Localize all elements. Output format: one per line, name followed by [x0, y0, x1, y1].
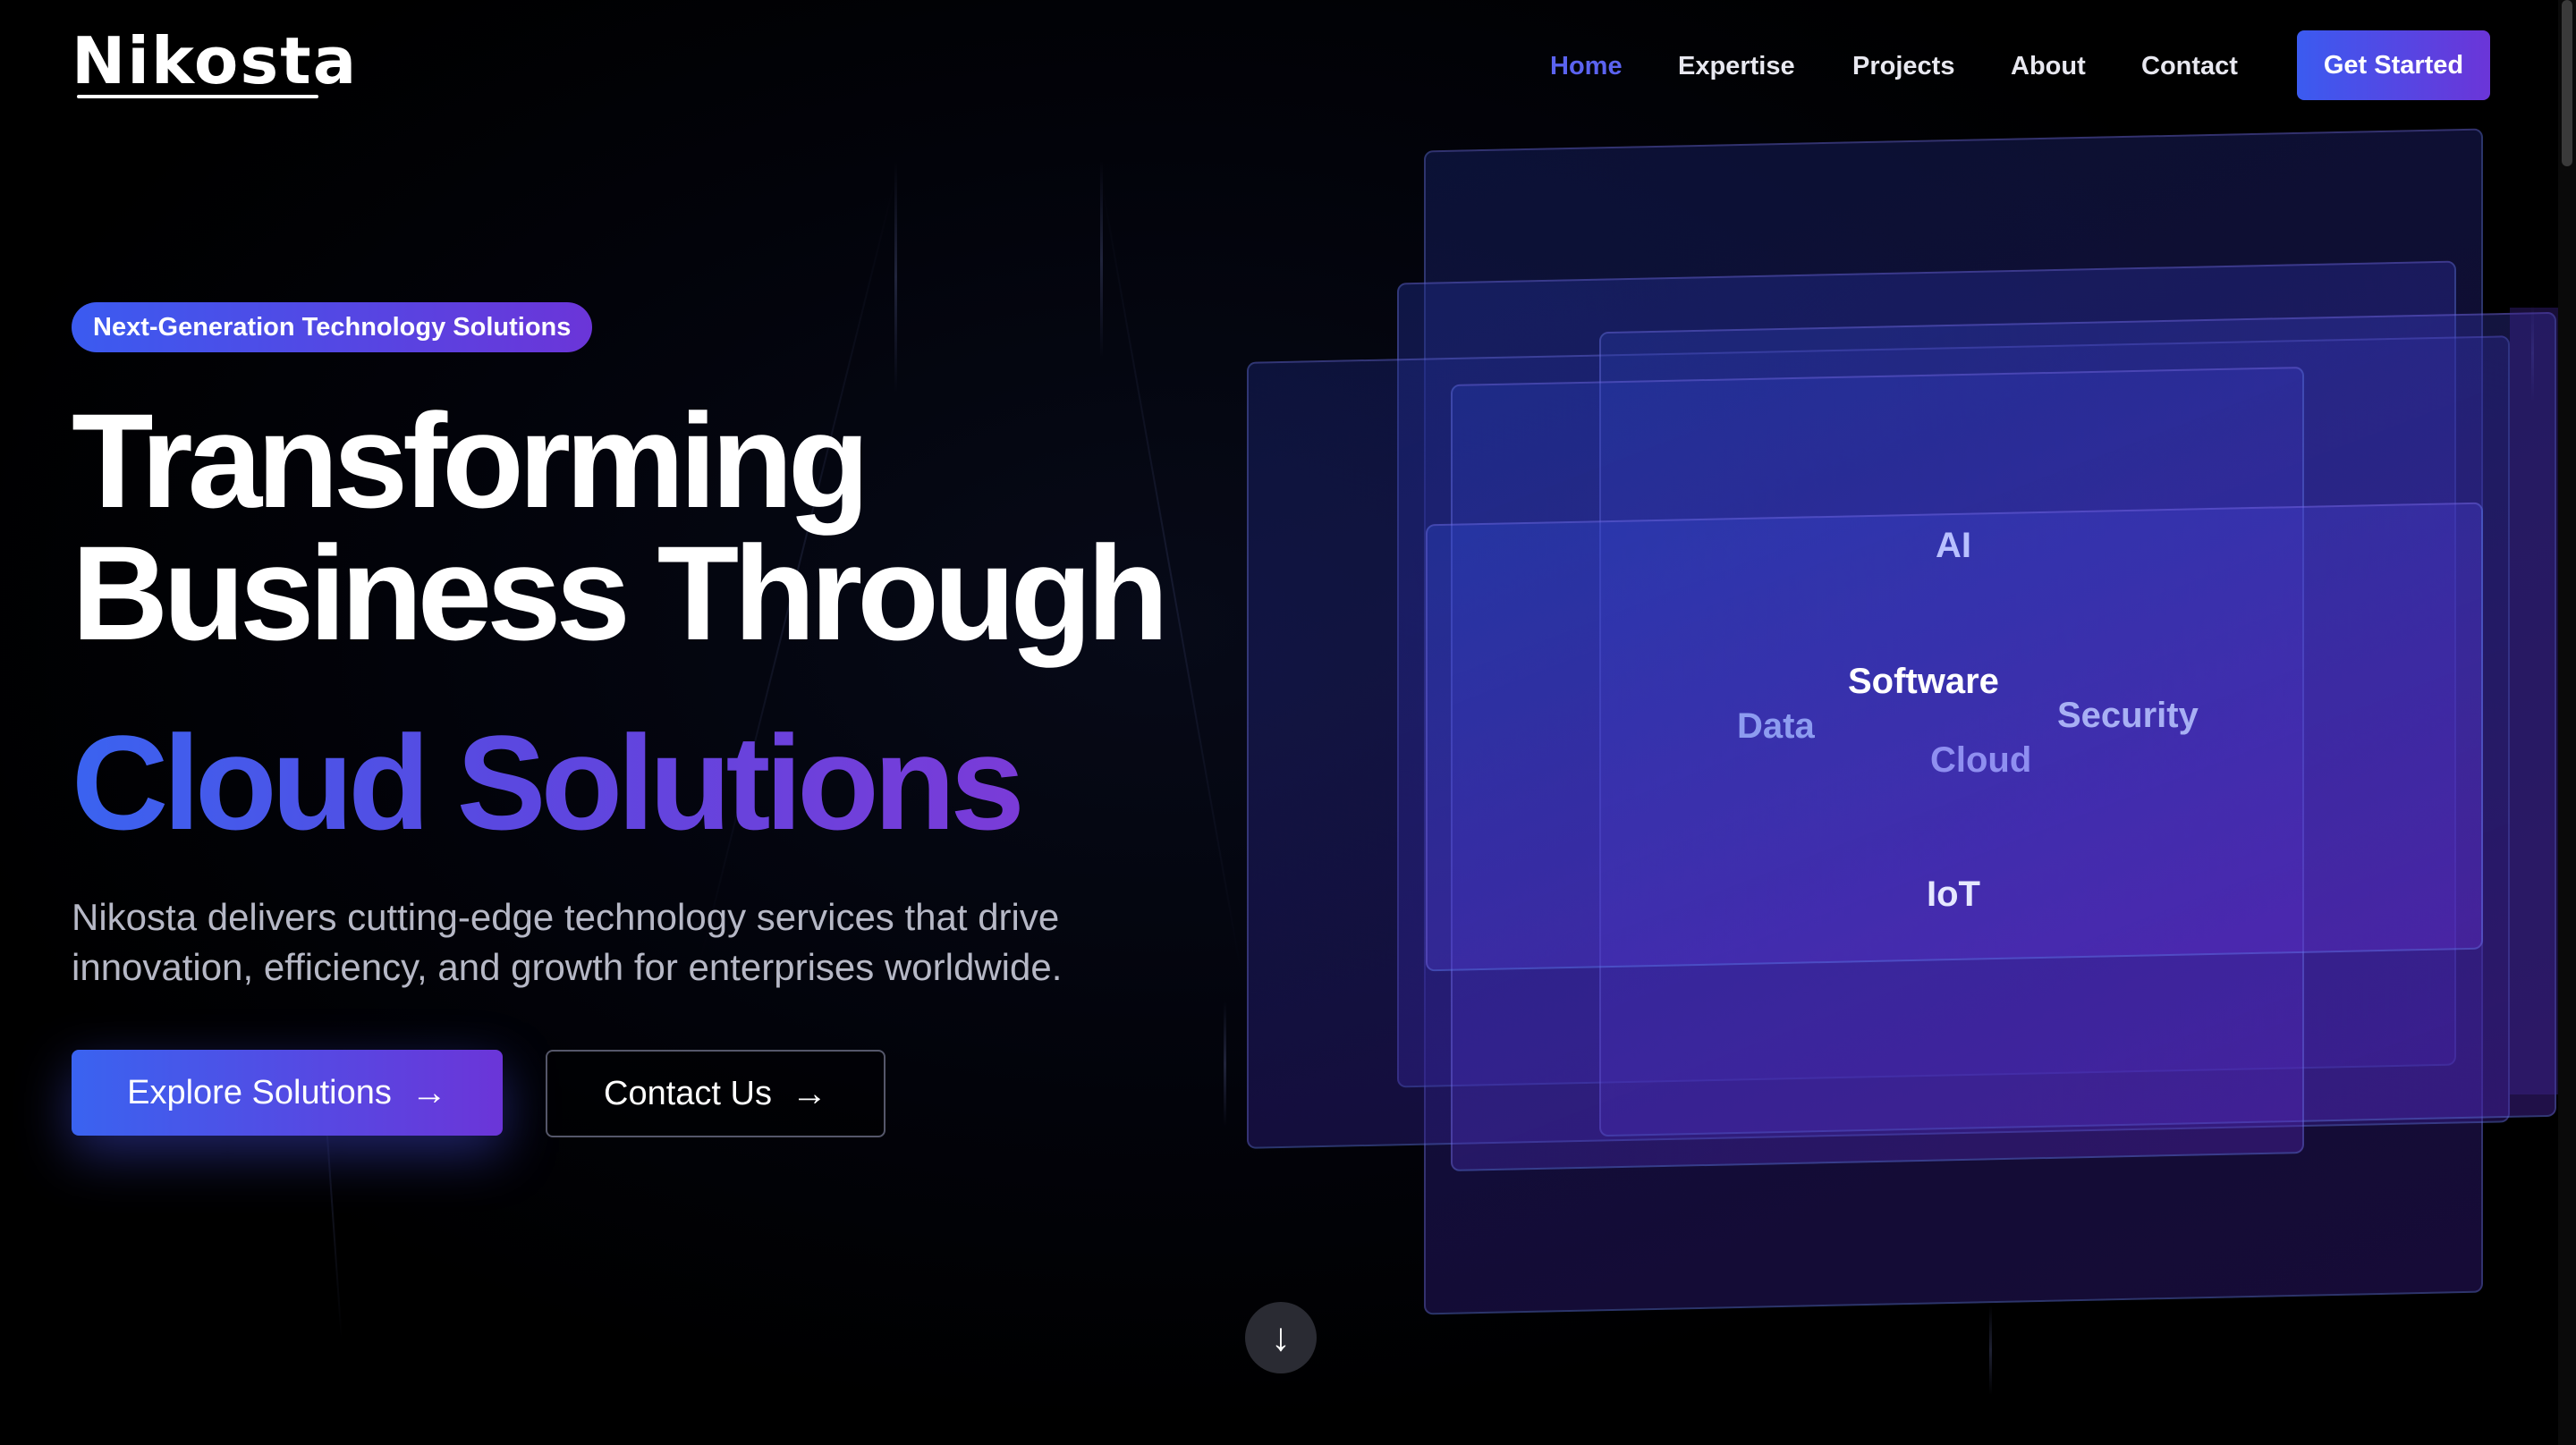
panel-right-edge — [2510, 308, 2558, 1094]
hero-badge: Next-Generation Technology Solutions — [72, 302, 593, 352]
nav-expertise[interactable]: Expertise — [1678, 50, 1795, 82]
get-started-button[interactable]: Get Started — [2297, 30, 2490, 100]
contact-us-label: Contact Us — [604, 1074, 772, 1112]
page-scrollbar[interactable] — [2558, 0, 2576, 1445]
tag-cloud: Cloud — [1930, 740, 2032, 780]
hero-title-highlight: Cloud Solutions — [72, 707, 1025, 858]
nav-home[interactable]: Home — [1550, 50, 1623, 82]
scrollbar-thumb[interactable] — [2562, 0, 2572, 166]
logo[interactable]: Nikosta — [72, 25, 358, 97]
tag-software: Software — [1848, 662, 1999, 701]
nav-projects[interactable]: Projects — [1852, 50, 1954, 82]
nav-about[interactable]: About — [2011, 50, 2086, 82]
tag-ai: AI — [1936, 526, 1971, 565]
explore-solutions-label: Explore Solutions — [127, 1073, 392, 1111]
logo-underline — [77, 95, 318, 98]
tag-iot: IoT — [1927, 875, 1980, 914]
hero-title-line1: Transforming — [72, 385, 869, 536]
tag-security: Security — [2057, 696, 2199, 735]
background-streak — [1989, 1306, 1992, 1395]
arrow-down-icon: ↓ — [1271, 1315, 1291, 1359]
background-streak — [894, 161, 897, 393]
scroll-down-button[interactable]: ↓ — [1245, 1302, 1317, 1373]
arrow-right-icon: → — [411, 1073, 447, 1112]
explore-solutions-button[interactable]: Explore Solutions → — [72, 1050, 503, 1136]
background-streak — [1224, 1001, 1226, 1127]
contact-us-button[interactable]: Contact Us → — [546, 1050, 886, 1137]
hero-title-line2: Business Through — [72, 518, 1169, 668]
hero-description: Nikosta delivers cutting-edge technology… — [72, 896, 1063, 988]
arrow-right-icon: → — [791, 1074, 827, 1113]
nav-contact[interactable]: Contact — [2141, 50, 2238, 82]
tag-data: Data — [1737, 706, 1815, 746]
